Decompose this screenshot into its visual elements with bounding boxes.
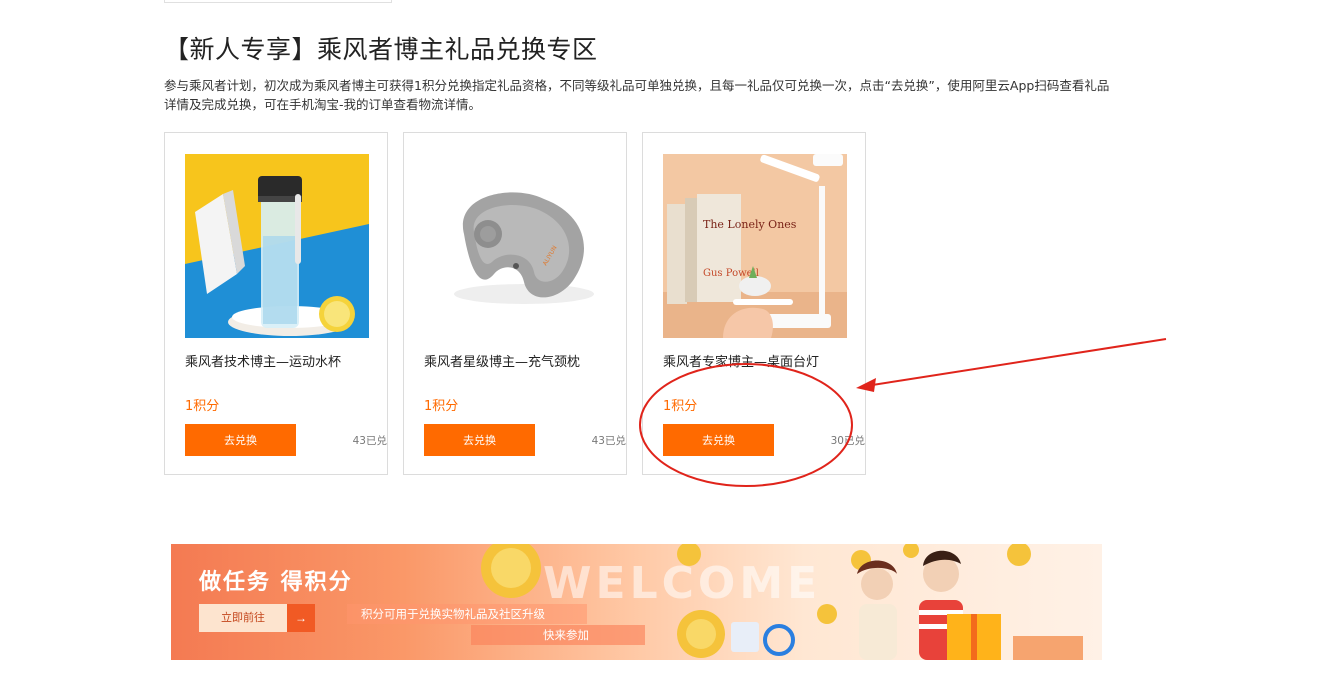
banner-cta: 快来参加 <box>471 625 645 645</box>
banner-welcome-text: WELCOME <box>543 558 822 609</box>
section-description: 参与乘风者计划，初次成为乘风者博主可获得1积分兑换指定礼品资格，不同等级礼品可单… <box>164 78 1110 112</box>
redeem-button[interactable]: 去兑换 <box>424 424 535 456</box>
gift-points: 1积分 <box>663 399 698 414</box>
arrow-right-icon: → <box>287 604 315 632</box>
book-title: The Lonely Ones <box>703 218 797 231</box>
task-points-banner[interactable]: WELCOME 做任务 得积分 立即前往 → 积分可用于兑换实物礼品及社区升级 … <box>171 544 1102 660</box>
gift-points: 1积分 <box>424 399 459 414</box>
banner-title: 做任务 得积分 <box>199 570 353 595</box>
banner-subtitle: 积分可用于兑换实物礼品及社区升级 <box>347 604 587 624</box>
go-now-button[interactable]: 立即前往 → <box>199 604 315 632</box>
section-title: 【新人专享】乘风者博主礼品兑换专区 <box>164 35 598 64</box>
gift-name: 乘风者专家博主—桌面台灯 <box>663 355 820 370</box>
redeem-button[interactable]: 去兑换 <box>663 424 774 456</box>
redeem-button[interactable]: 去兑换 <box>185 424 296 456</box>
previous-section-edge <box>164 0 392 3</box>
gift-card-desk-lamp: The Lonely Ones Gus Powell 乘风者专家博主—桌面台灯 … <box>642 132 866 475</box>
gift-card-neck-pillow: ALIYUN 乘风者星级博主—充气颈枕 1积分 去兑换 43已兑 <box>403 132 627 475</box>
gift-name: 乘风者星级博主—充气颈枕 <box>424 355 581 370</box>
annotation-arrow-line <box>865 338 1167 387</box>
desk-lamp-image: The Lonely Ones Gus Powell <box>663 154 847 338</box>
go-now-label: 立即前往 <box>199 604 287 632</box>
neck-pillow-image: ALIYUN <box>424 154 608 338</box>
redeemed-count: 30已兑 <box>830 435 865 447</box>
gift-card-water-bottle: 乘风者技术博主—运动水杯 1积分 去兑换 43已兑 <box>164 132 388 475</box>
water-bottle-image <box>185 154 369 338</box>
redeemed-count: 43已兑 <box>352 435 387 447</box>
gift-points: 1积分 <box>185 399 220 414</box>
gift-name: 乘风者技术博主—运动水杯 <box>185 355 342 370</box>
redeemed-count: 43已兑 <box>591 435 626 447</box>
